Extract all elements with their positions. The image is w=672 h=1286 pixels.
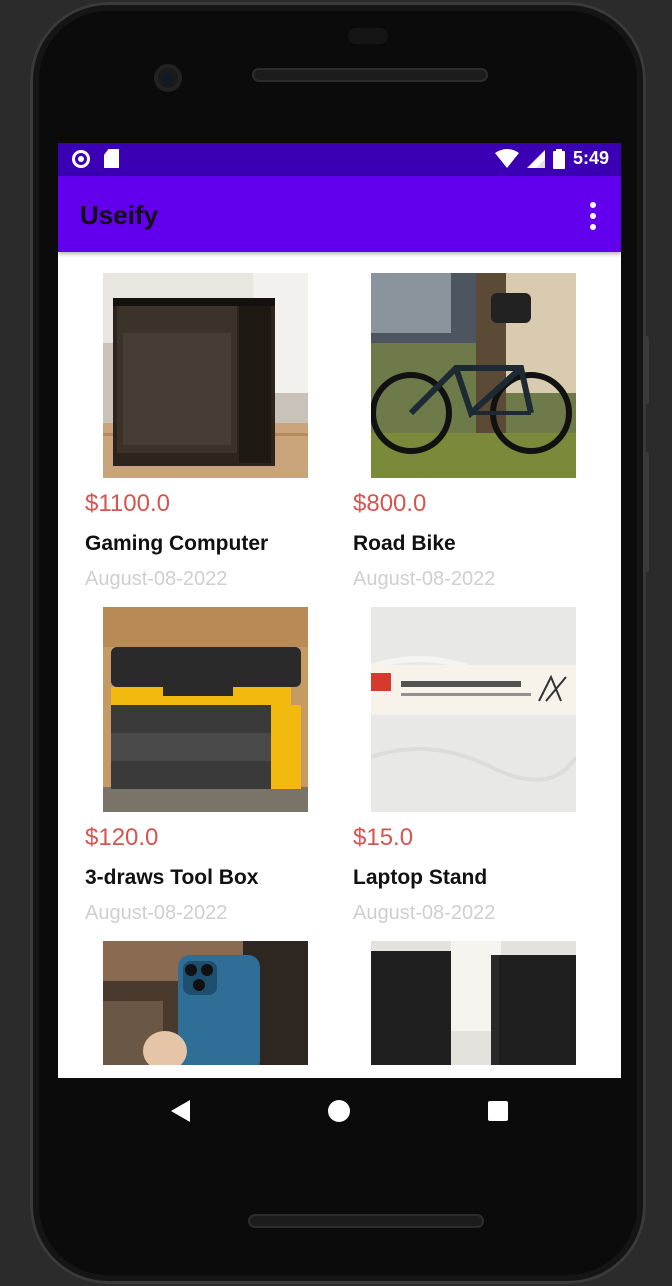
product-price: $1100.0 xyxy=(85,490,170,517)
status-bar: 5:49 xyxy=(58,143,621,176)
signal-icon xyxy=(526,149,545,168)
overflow-menu-icon[interactable] xyxy=(587,202,599,230)
tool-box-photo xyxy=(103,607,308,812)
product-card[interactable] xyxy=(326,920,594,1078)
recent-apps-icon[interactable] xyxy=(488,1101,508,1121)
bottom-speaker xyxy=(248,1214,484,1228)
sd-card-icon xyxy=(104,149,119,168)
product-price: $15.0 xyxy=(353,824,414,851)
app-bar: Useify xyxy=(58,176,621,252)
laptop-stand-photo xyxy=(371,607,576,812)
product-name: 3-draws Tool Box xyxy=(85,866,259,889)
app-screen: 5:49 Useify $1100.0 Gaming Computer Augu… xyxy=(58,143,621,1078)
product-card[interactable]: $800.0 Road Bike August-08-2022 xyxy=(326,252,594,590)
wifi-icon xyxy=(494,148,519,168)
volume-button xyxy=(644,452,649,572)
proximity-sensor xyxy=(348,28,388,44)
product-name: Laptop Stand xyxy=(353,866,488,889)
speakers-photo xyxy=(371,941,576,1065)
iphone-photo xyxy=(103,941,308,1065)
back-icon[interactable] xyxy=(171,1100,190,1122)
app-title: Useify xyxy=(80,200,159,230)
product-card[interactable]: $15.0 Laptop Stand August-08-2022 xyxy=(326,586,594,924)
power-button xyxy=(644,336,649,404)
front-camera-icon xyxy=(154,64,182,92)
notification-circle-icon xyxy=(72,149,90,168)
gaming-computer-photo xyxy=(103,273,308,478)
status-time: 5:49 xyxy=(572,148,609,168)
battery-icon xyxy=(552,148,565,169)
product-card[interactable]: $1100.0 Gaming Computer August-08-2022 xyxy=(58,252,326,590)
product-price: $120.0 xyxy=(85,824,159,851)
home-icon[interactable] xyxy=(328,1100,350,1122)
road-bike-photo xyxy=(371,273,576,478)
earpiece-speaker xyxy=(252,68,488,82)
product-card[interactable]: $120.0 3-draws Tool Box August-08-2022 xyxy=(58,586,326,924)
product-price: $800.0 xyxy=(353,490,427,517)
product-name: Gaming Computer xyxy=(85,532,269,555)
product-name: Road Bike xyxy=(353,532,456,555)
navigation-bar xyxy=(58,1078,621,1144)
product-card[interactable] xyxy=(58,920,326,1078)
